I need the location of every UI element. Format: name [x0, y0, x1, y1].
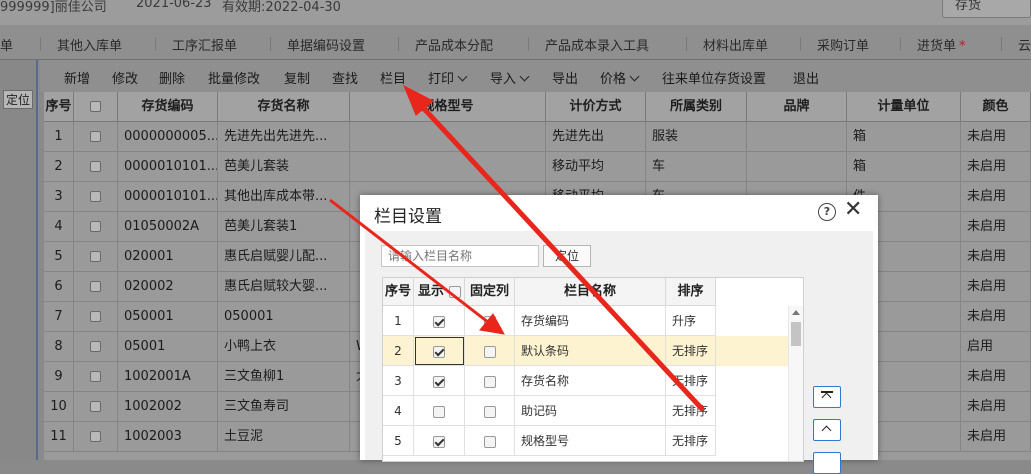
annotation-overlay	[329, 84, 705, 412]
annotation-arrow	[414, 98, 705, 412]
annotation-arrow	[329, 198, 494, 328]
